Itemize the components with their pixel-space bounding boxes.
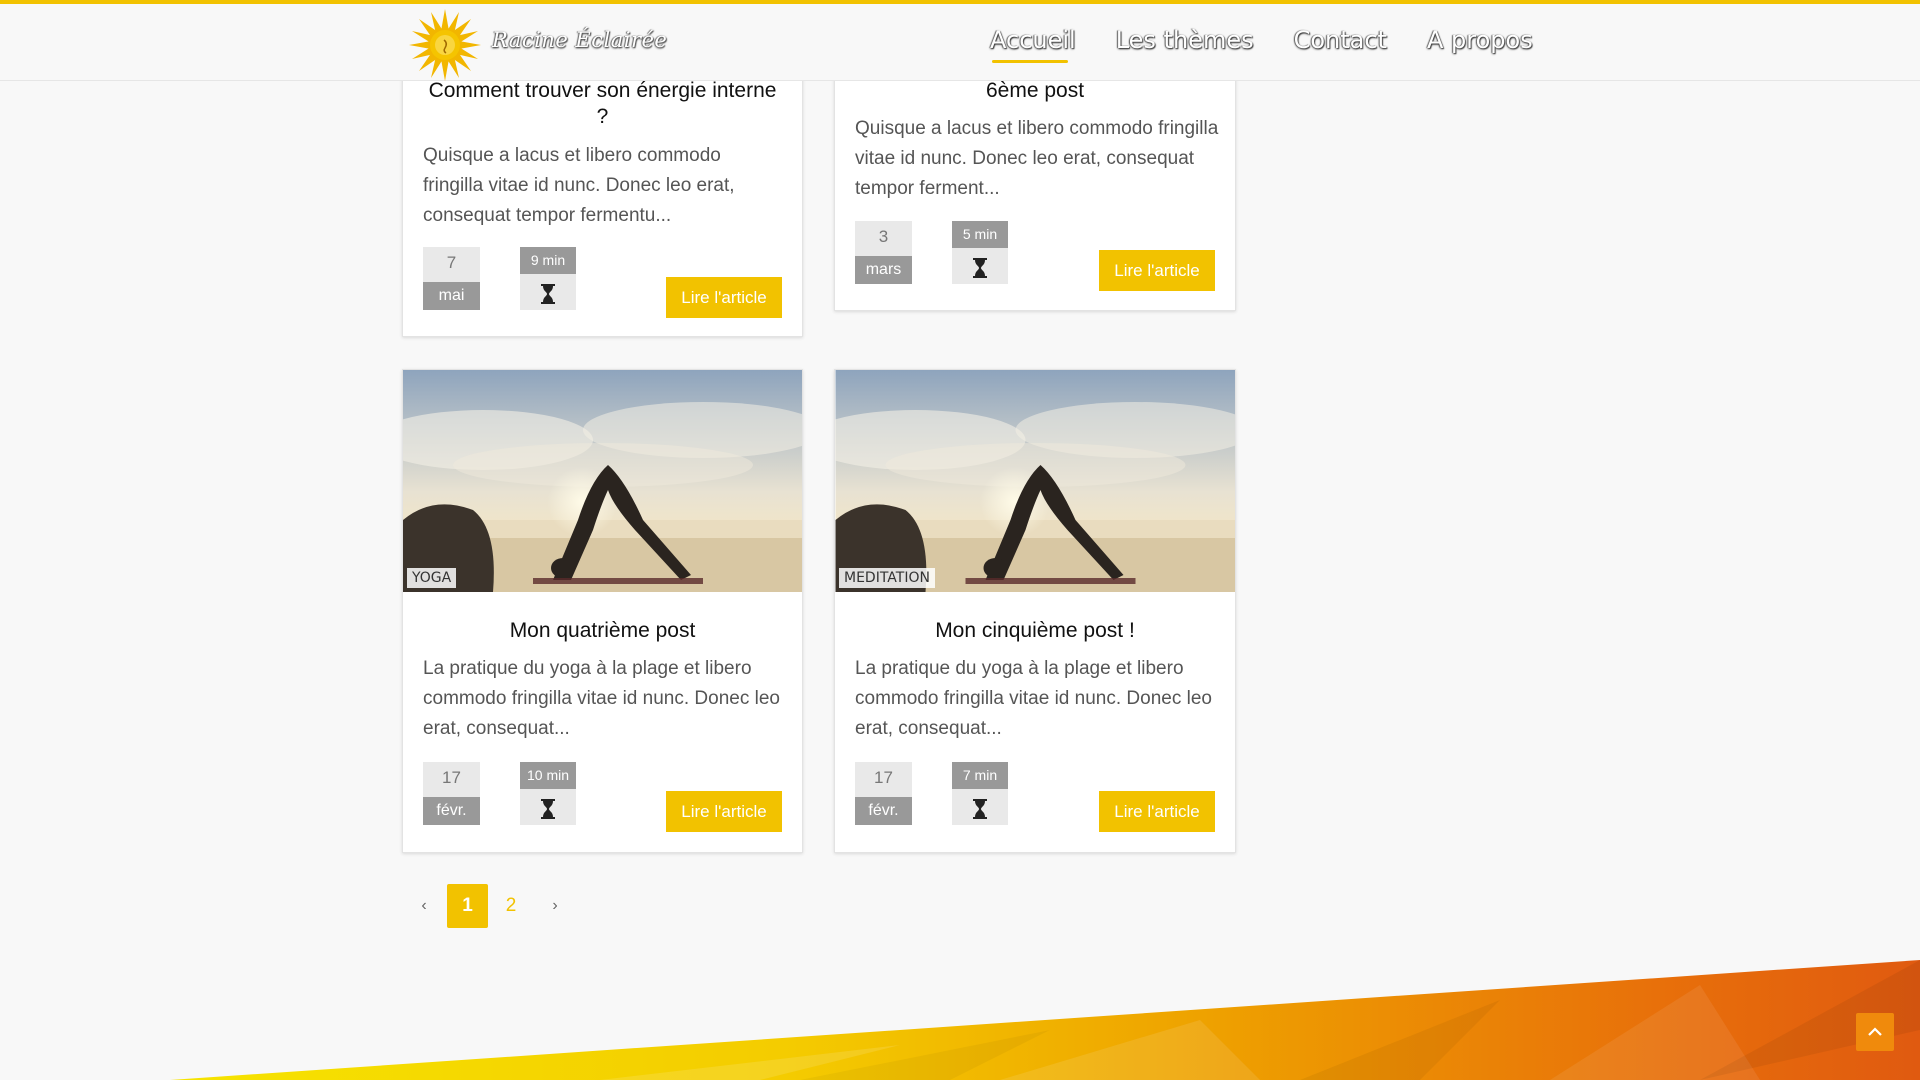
post-excerpt: Quisque a lacus et libero commodo fringi… — [423, 145, 735, 226]
hourglass-icon — [541, 284, 555, 304]
post-image[interactable]: YOGA — [403, 370, 802, 592]
next-page-button[interactable]: › — [534, 884, 576, 928]
read-time-badge: 5 min — [952, 221, 1008, 284]
scroll-to-top-button[interactable] — [1856, 1013, 1894, 1051]
read-time-label: 7 min — [952, 762, 1008, 789]
nav-accueil[interactable]: Accueil — [990, 26, 1076, 63]
read-time-label: 10 min — [520, 762, 576, 789]
date-month: févr. — [423, 797, 480, 825]
read-article-button[interactable]: Lire l'article — [1099, 250, 1215, 291]
page-1-button[interactable]: 1 — [447, 884, 488, 928]
date-badge: 17 févr. — [423, 762, 480, 825]
date-badge: 3 mars — [855, 221, 912, 284]
post-card: 6ème post Quisque a lacus et libero comm… — [834, 60, 1236, 311]
post-excerpt: La pratique du yoga à la plage et libero… — [855, 658, 1212, 739]
site-header: Racine Éclairée Accueil Les thèmes Conta… — [0, 0, 1920, 81]
hourglass-icon — [541, 799, 555, 819]
date-badge: 7 mai — [423, 247, 480, 310]
hourglass-icon — [973, 799, 987, 819]
yoga-beach-image — [403, 370, 802, 592]
nav-contact[interactable]: Contact — [1294, 26, 1387, 54]
date-day: 17 — [442, 768, 461, 787]
date-month: mars — [855, 256, 912, 284]
read-article-button[interactable]: Lire l'article — [1099, 791, 1215, 832]
date-badge: 17 févr. — [855, 762, 912, 825]
pagination: ‹ 1 2 › — [403, 884, 578, 928]
post-card: YOGA Mon quatrième post La pratique du y… — [402, 369, 803, 853]
date-day: 7 — [446, 253, 457, 272]
brand-name[interactable]: Racine Éclairée — [492, 28, 667, 52]
post-title[interactable]: Mon cinquième post ! — [853, 618, 1217, 644]
read-article-button[interactable]: Lire l'article — [666, 791, 782, 832]
post-title[interactable]: 6ème post — [853, 78, 1217, 104]
post-title[interactable]: Comment trouver son énergie interne ? — [421, 78, 784, 130]
post-card: MEDITATION Mon cinquième post ! La prati… — [834, 369, 1236, 853]
nav-a-propos[interactable]: A propos — [1427, 26, 1533, 54]
date-month: févr. — [855, 797, 912, 825]
read-time-badge: 10 min — [520, 762, 576, 825]
read-article-button[interactable]: Lire l'article — [666, 277, 782, 318]
prev-page-button[interactable]: ‹ — [403, 884, 445, 928]
post-image[interactable]: MEDITATION — [835, 370, 1235, 592]
read-time-badge: 7 min — [952, 762, 1008, 825]
yoga-beach-image — [835, 370, 1235, 592]
date-day: 17 — [874, 768, 893, 787]
nav-les-themes[interactable]: Les thèmes — [1116, 26, 1254, 54]
sun-logo-icon[interactable] — [405, 6, 487, 84]
read-time-badge: 9 min — [520, 247, 576, 310]
post-card: Comment trouver son énergie interne ? Qu… — [402, 60, 803, 337]
post-excerpt: La pratique du yoga à la plage et libero… — [423, 658, 780, 739]
category-tag[interactable]: YOGA — [407, 568, 457, 588]
date-month: mai — [423, 282, 480, 310]
post-excerpt: Quisque a lacus et libero commodo fringi… — [855, 118, 1219, 199]
post-title[interactable]: Mon quatrième post — [421, 618, 784, 644]
main-nav: Accueil Les thèmes Contact A propos — [990, 26, 1573, 63]
read-time-label: 5 min — [952, 221, 1008, 248]
page-2-button[interactable]: 2 — [490, 884, 532, 928]
category-tag[interactable]: MEDITATION — [839, 568, 935, 588]
footer-decoration — [170, 960, 1920, 1080]
date-day: 3 — [878, 227, 889, 246]
chevron-up-icon — [1868, 1027, 1882, 1036]
hourglass-icon — [973, 258, 987, 278]
read-time-label: 9 min — [520, 247, 576, 274]
